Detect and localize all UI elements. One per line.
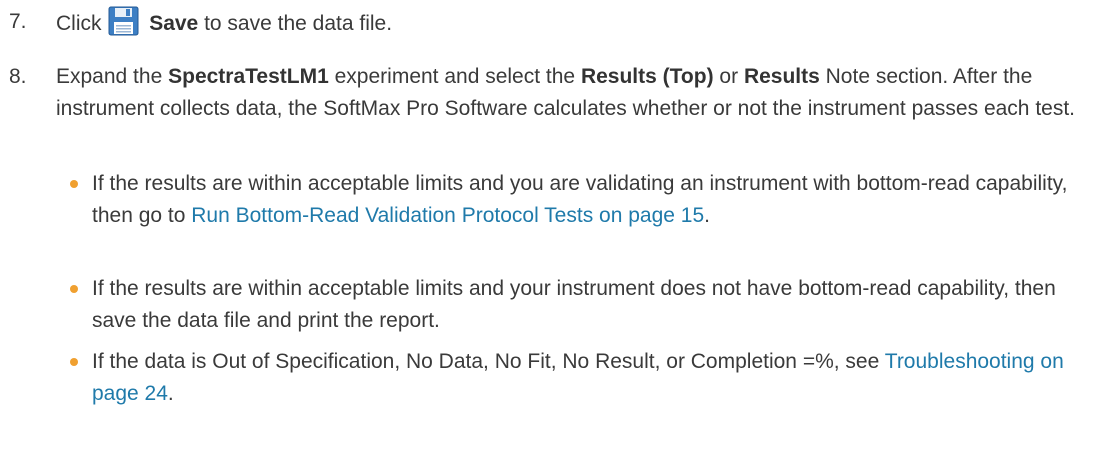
step-number: 7. [9, 10, 27, 33]
bullet-text: If the results are within acceptable lim… [92, 277, 1056, 332]
step-8-text: Expand the SpectraTestLM1 experiment and… [56, 61, 1100, 125]
step-8-text-1: Expand the [56, 65, 163, 88]
save-floppy-icon [107, 6, 141, 36]
results-top-section: Results (Top) [580, 65, 714, 88]
bullet-after: . [167, 382, 174, 405]
bullet-dot-icon [70, 358, 78, 366]
step-8-text-3: or [719, 65, 739, 88]
step-8-text-2: experiment and select the [334, 65, 576, 88]
save-label: Save [149, 12, 199, 35]
bullet-after: . [704, 204, 710, 227]
list-item: If the data is Out of Specification, No … [70, 346, 1102, 410]
list-item: If the results are within acceptable lim… [70, 273, 1102, 337]
list-item: If the results are within acceptable lim… [70, 168, 1102, 232]
results-section: Results [743, 65, 820, 88]
bullet-dot-icon [70, 285, 78, 293]
step-number: 8. [9, 65, 27, 88]
bottom-read-validation-link[interactable]: Run Bottom-Read Validation Protocol Test… [191, 204, 704, 227]
bullet-text: If the data is Out of Specification, No … [92, 350, 880, 373]
bullet-dot-icon [70, 180, 78, 188]
document-page: 7. Click Save to save the data file. 8. … [0, 0, 1111, 454]
experiment-name: SpectraTestLM1 [168, 65, 329, 88]
step-7-suffix: to save the data file. [204, 12, 393, 35]
step-7-text: Click Save to save the data file. [56, 6, 1100, 40]
step-7-prefix: Click [56, 12, 102, 35]
